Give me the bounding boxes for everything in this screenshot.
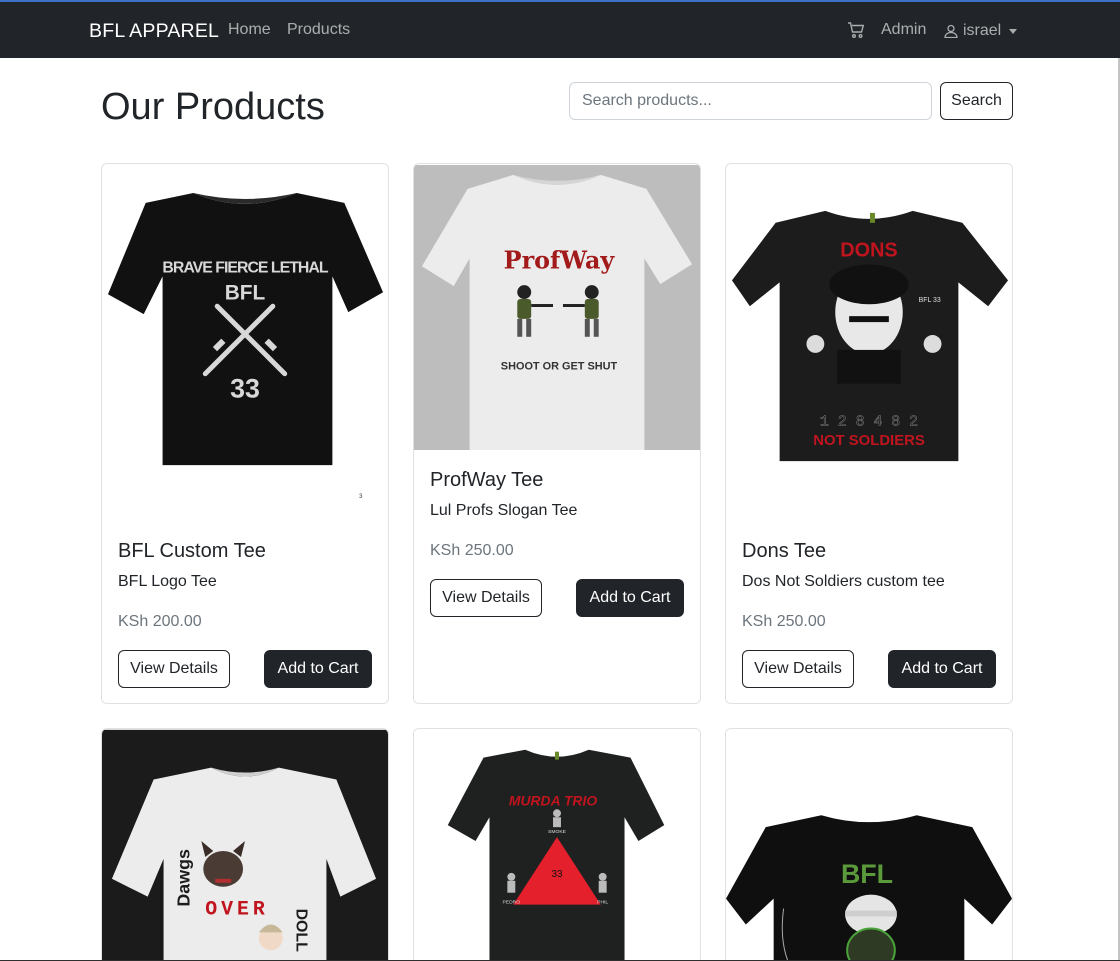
svg-text:33: 33 [551, 869, 563, 880]
user-name: israel [963, 22, 1002, 39]
chevron-down-icon [1009, 28, 1018, 34]
user-dropdown[interactable]: israel [944, 21, 1018, 41]
svg-text:BFL: BFL [841, 859, 893, 889]
search-input[interactable] [569, 82, 932, 120]
product-card: BRAVE FIERCE LETHAL BFL 33 3 BFL Custom … [101, 163, 389, 704]
svg-text:OVER: OVER [205, 898, 269, 921]
product-image[interactable]: ProfWay SHOOT OR GET SHUT [414, 164, 700, 451]
svg-text:BRAVE FIERCE LETHAL: BRAVE FIERCE LETHAL [162, 259, 328, 276]
cart-icon[interactable] [847, 21, 865, 39]
product-price: KSh 200.00 [118, 613, 202, 630]
svg-text:DONS: DONS [840, 240, 897, 262]
svg-text:Dawgs: Dawgs [173, 849, 193, 907]
product-title: BFL Custom Tee [118, 540, 266, 562]
svg-text:DOLL: DOLL [293, 909, 310, 953]
product-price: KSh 250.00 [430, 542, 514, 559]
brand-logo[interactable]: BFL APPAREL [89, 20, 219, 43]
svg-text:BFL: BFL [225, 281, 266, 304]
add-to-cart-button[interactable]: Add to Cart [888, 650, 996, 688]
view-details-button[interactable]: View Details [430, 579, 542, 617]
product-title: ProfWay Tee [430, 469, 544, 491]
svg-text:1 2 8 4 8 2: 1 2 8 4 8 2 [820, 414, 918, 430]
product-description: Dos Not Soldiers custom tee [742, 573, 945, 590]
svg-text:BFL 33: BFL 33 [919, 297, 941, 304]
product-description: Lul Profs Slogan Tee [430, 502, 578, 519]
svg-text:PEDRO: PEDRO [503, 900, 521, 906]
product-title: Dons Tee [742, 540, 827, 562]
product-card: MURDA TRIO 33 SMOKE PEDRO PHIL [413, 728, 701, 961]
svg-text:PHIL: PHIL [597, 900, 608, 906]
add-to-cart-button[interactable]: Add to Cart [264, 650, 372, 688]
page-title: Our Products [101, 86, 325, 128]
svg-text:MURDA TRIO: MURDA TRIO [509, 792, 597, 808]
svg-text:NOT SOLDIERS: NOT SOLDIERS [813, 433, 925, 449]
svg-text:ProfWay: ProfWay [504, 246, 616, 274]
product-card: Dawgs OVER DOLL [101, 728, 389, 961]
search-button[interactable]: Search [940, 82, 1013, 120]
svg-text:SHOOT OR GET SHUT: SHOOT OR GET SHUT [501, 361, 618, 373]
svg-text:SMOKE: SMOKE [548, 829, 567, 835]
nav-products-link[interactable]: Products [287, 21, 350, 39]
product-image[interactable]: Dawgs OVER DOLL [102, 729, 388, 961]
view-details-button[interactable]: View Details [742, 650, 854, 688]
product-image[interactable]: BFL [726, 729, 1012, 961]
product-image[interactable]: MURDA TRIO 33 SMOKE PEDRO PHIL [414, 729, 700, 961]
product-image[interactable]: BRAVE FIERCE LETHAL BFL 33 3 [102, 164, 388, 509]
product-card: ProfWay SHOOT OR GET SHUT ProfWay Tee Lu… [413, 163, 701, 704]
view-details-button[interactable]: View Details [118, 650, 230, 688]
product-card: BFL [725, 728, 1013, 961]
product-image[interactable]: DONS 1 2 8 4 8 2 NOT SOLDIERS BFL 33 [726, 164, 1012, 509]
user-icon [944, 24, 958, 38]
nav-home-link[interactable]: Home [228, 21, 271, 39]
add-to-cart-button[interactable]: Add to Cart [576, 579, 684, 617]
product-description: BFL Logo Tee [118, 573, 217, 590]
nav-admin-link[interactable]: Admin [881, 21, 926, 39]
product-price: KSh 250.00 [742, 613, 826, 630]
product-card: DONS 1 2 8 4 8 2 NOT SOLDIERS BFL 33 Don… [725, 163, 1013, 704]
top-navbar: BFL APPAREL Home Products Admin israel [0, 2, 1120, 58]
svg-text:33: 33 [230, 374, 260, 404]
